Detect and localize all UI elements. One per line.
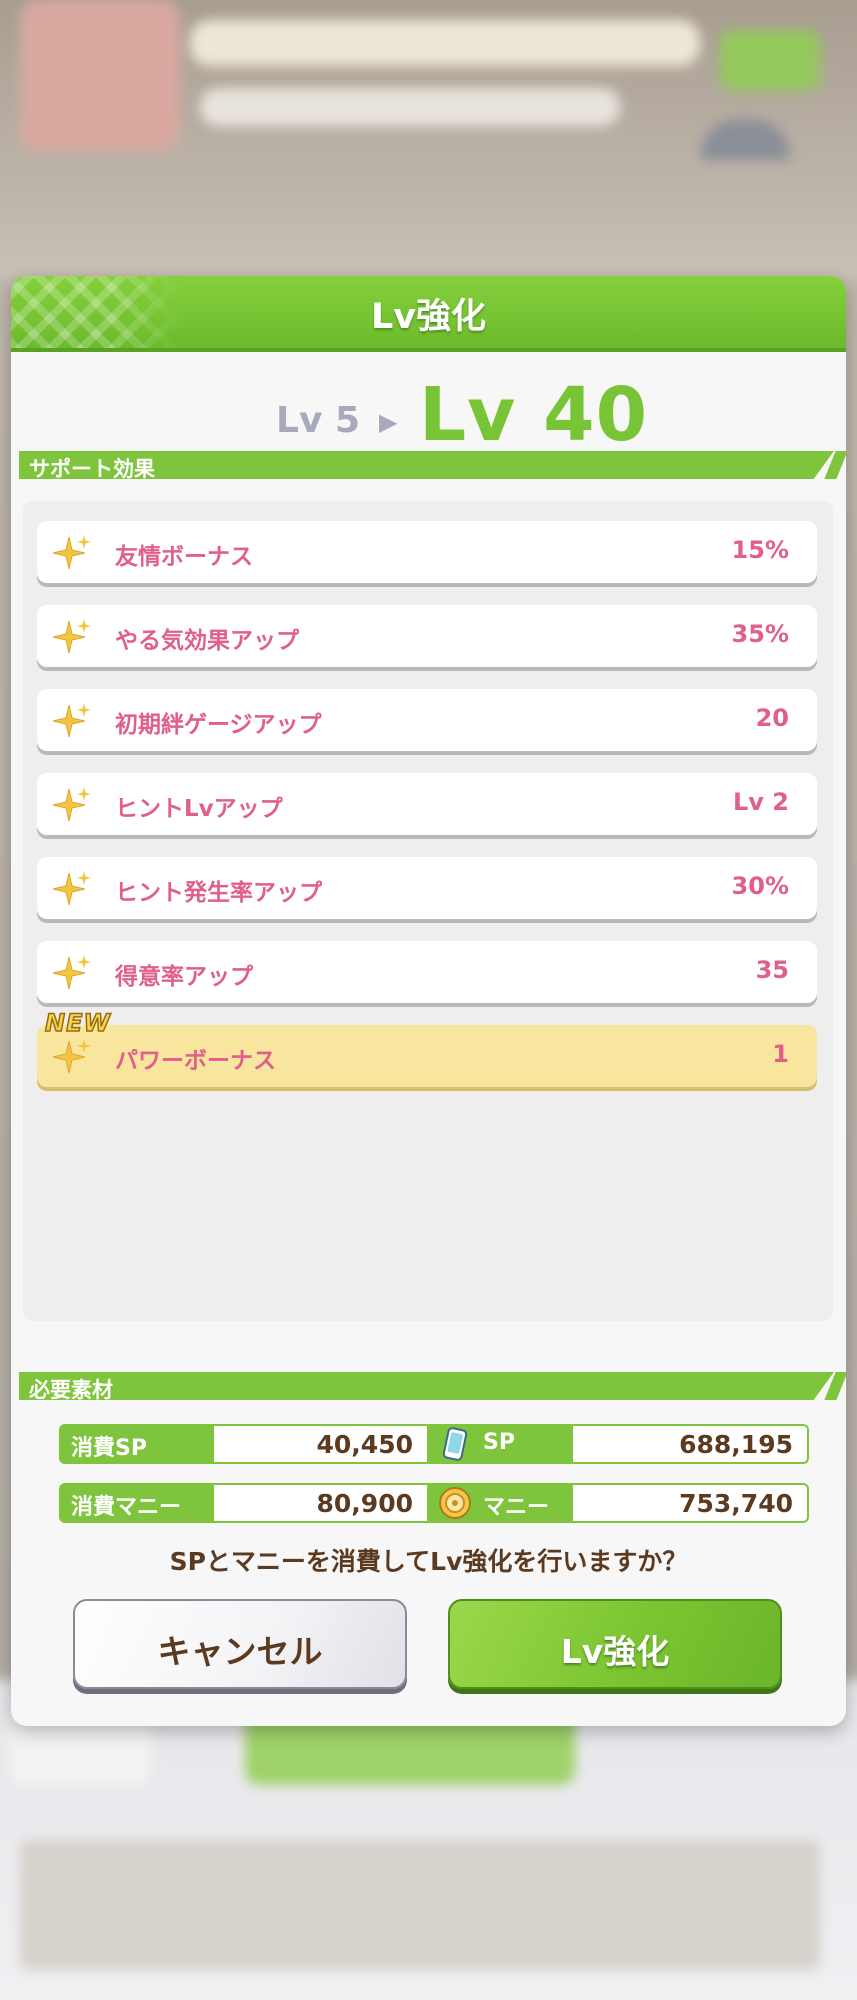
sparkle-icon <box>52 1039 91 1074</box>
cancel-button-label: キャンセル <box>157 1632 323 1671</box>
cost-label: 消費マニー <box>59 1483 214 1523</box>
phone-icon <box>442 1427 468 1461</box>
effect-value: 20 <box>755 704 789 732</box>
effect-row: 友情ボーナス 15% <box>37 521 817 583</box>
effect-row: ヒントLvアップ Lv 2 <box>37 773 817 835</box>
effect-value: 15% <box>731 536 789 564</box>
level-to: Lv 40 <box>419 372 649 458</box>
sparkle-icon <box>52 787 91 822</box>
effect-name: 初期絆ゲージアップ <box>115 712 322 738</box>
sparkle-icon <box>52 619 91 654</box>
effect-row: ヒント発生率アップ 30% <box>37 857 817 919</box>
owned-label: SP <box>427 1424 573 1464</box>
effect-row: パワーボーナス 1 NEW <box>37 1008 817 1087</box>
sparkle-icon <box>52 535 91 570</box>
dialog-title: Lv強化 <box>370 297 487 337</box>
effect-row: やる気効果アップ 35% <box>37 605 817 667</box>
level-up-button-label: Lv強化 <box>560 1632 670 1671</box>
effect-row: 初期絆ゲージアップ 20 <box>37 689 817 751</box>
effect-name: やる気効果アップ <box>115 628 299 654</box>
arrow-right-icon: ▶ <box>379 408 398 436</box>
effect-value: 35 <box>755 956 789 984</box>
cost-value: 40,450 <box>214 1424 429 1464</box>
sparkle-icon <box>52 703 91 738</box>
material-row-sp: 消費SP 40,450 SP 688,195 <box>59 1424 809 1464</box>
level-up-button[interactable]: Lv強化 <box>448 1599 782 1689</box>
effect-value: 1 <box>772 1040 789 1068</box>
effect-name: 得意率アップ <box>115 964 253 990</box>
new-badge: NEW <box>44 1008 111 1038</box>
sparkle-icon <box>52 955 91 990</box>
sparkle-icon <box>52 871 91 906</box>
owned-value: 753,740 <box>573 1483 809 1523</box>
coin-icon <box>439 1487 471 1519</box>
support-effects-heading: サポート効果 <box>19 451 834 479</box>
dialog-header: Lv強化 <box>11 276 846 352</box>
owned-label: マニー <box>427 1483 573 1523</box>
effect-name: 友情ボーナス <box>115 544 253 570</box>
support-effects-list: 友情ボーナス 15% やる気効果アップ 35% 初期絆ゲージアップ 20 ヒントLvアップ L… <box>23 501 833 1321</box>
cancel-button[interactable]: キャンセル <box>73 1599 407 1689</box>
effect-name: ヒントLvアップ <box>115 796 283 822</box>
effect-value: 30% <box>731 872 789 900</box>
level-up-dialog: Lv強化 Lv 5 ▶ Lv 40 サポート効果 友情ボーナス 15% やる気効果ア… <box>11 276 846 1726</box>
level-change: Lv 5 ▶ Lv 40 <box>11 372 846 462</box>
level-from: Lv 5 <box>276 400 360 441</box>
materials-heading: 必要素材 <box>19 1372 834 1400</box>
cost-value: 80,900 <box>214 1483 429 1523</box>
cost-label: 消費SP <box>59 1424 214 1464</box>
effect-name: ヒント発生率アップ <box>115 880 322 906</box>
owned-value: 688,195 <box>573 1424 809 1464</box>
effect-value: Lv 2 <box>733 788 789 816</box>
material-row-money: 消費マニー 80,900 マニー 753,740 <box>59 1483 809 1523</box>
confirm-message: SPとマニーを消費してLv強化を行いますか？ <box>169 1547 688 1576</box>
effect-name: パワーボーナス <box>115 1048 276 1074</box>
effect-value: 35% <box>731 620 789 648</box>
effect-row: 得意率アップ 35 <box>37 941 817 1003</box>
